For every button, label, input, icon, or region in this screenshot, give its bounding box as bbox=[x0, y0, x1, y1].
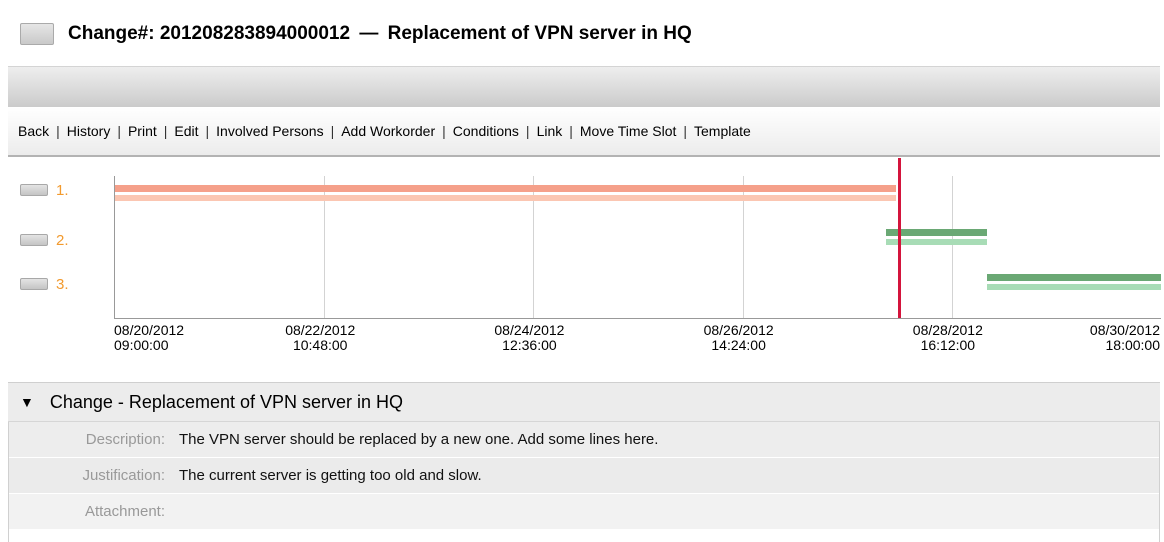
attachment-row: Attachment: bbox=[9, 494, 1159, 530]
gantt-bar-actual[interactable] bbox=[115, 195, 897, 201]
template-link[interactable]: Template bbox=[694, 123, 751, 139]
triangle-down-icon[interactable]: ▼ bbox=[20, 394, 34, 410]
toolbar-separator: | bbox=[56, 123, 60, 139]
print-link[interactable]: Print bbox=[128, 123, 157, 139]
gantt-tick-label: 08/26/2012 14:24:00 bbox=[704, 323, 774, 353]
change-number: 201208283894000012 bbox=[159, 23, 351, 44]
gantt-tick-label: 08/28/2012 16:12:00 bbox=[913, 323, 983, 353]
change-number-label: Change#: bbox=[68, 23, 155, 44]
justification-row: Justification: The current server is get… bbox=[9, 458, 1159, 494]
description-label: Description: bbox=[85, 431, 165, 448]
involved-persons-link[interactable]: Involved Persons bbox=[216, 123, 323, 139]
change-section-header[interactable]: ▼ Change - Replacement of VPN server in … bbox=[8, 382, 1160, 422]
toolbar-separator: | bbox=[117, 123, 121, 139]
gantt-bar-planned[interactable] bbox=[986, 274, 1161, 281]
toolbar-separator: | bbox=[569, 123, 573, 139]
tick-date: 08/26/2012 bbox=[703, 322, 774, 338]
tick-time: 14:24:00 bbox=[711, 337, 766, 353]
justification-value: The current server is getting too old an… bbox=[179, 467, 482, 484]
gantt-tick-label: 08/20/2012 09:00:00 bbox=[114, 323, 184, 353]
change-icon bbox=[20, 23, 54, 45]
tick-date: 08/24/2012 bbox=[494, 322, 565, 338]
toolbar-separator: | bbox=[525, 123, 530, 139]
change-name: Replacement of VPN server in HQ bbox=[387, 23, 692, 44]
tick-time: 12:36:00 bbox=[502, 337, 557, 353]
attachment-label: Attachment: bbox=[84, 503, 165, 520]
tick-time: 16:12:00 bbox=[920, 337, 976, 353]
tick-time: 09:00:00 bbox=[114, 337, 169, 353]
task-icon[interactable] bbox=[20, 278, 48, 290]
move-time-slot-link[interactable]: Move Time Slot bbox=[580, 123, 676, 139]
add-workorder-link[interactable]: Add Workorder bbox=[341, 123, 435, 139]
tick-date: 08/28/2012 bbox=[912, 322, 983, 338]
current-time-marker bbox=[898, 158, 902, 318]
tick-date: 08/20/2012 bbox=[114, 322, 185, 338]
gantt-row-label[interactable]: 2. bbox=[20, 231, 69, 249]
history-link[interactable]: History bbox=[67, 123, 111, 139]
tick-time: 18:00:00 bbox=[1105, 337, 1161, 353]
gantt-plot-area bbox=[114, 158, 1161, 319]
gantt-row-label[interactable]: 3. bbox=[20, 275, 69, 293]
gantt-tick-label: 08/30/2012 18:00:00 bbox=[1090, 323, 1160, 353]
gantt-row-number: 1. bbox=[56, 181, 69, 199]
toolbar-separator: | bbox=[163, 123, 168, 139]
task-icon[interactable] bbox=[20, 184, 48, 196]
gantt-row-number: 2. bbox=[56, 231, 69, 249]
back-link[interactable]: Back bbox=[18, 123, 49, 139]
gantt-row-number: 3. bbox=[56, 275, 69, 293]
gantt-bar-actual[interactable] bbox=[986, 284, 1161, 290]
gantt-row-label[interactable]: 1. bbox=[20, 181, 69, 199]
title-separator: — bbox=[359, 23, 379, 44]
description-value: The VPN server should be replaced by a n… bbox=[179, 431, 659, 448]
description-row: Description: The VPN server should be re… bbox=[9, 422, 1159, 458]
gantt-tick-label: 08/22/2012 10:48:00 bbox=[285, 323, 355, 353]
section-title: Change - Replacement of VPN server in HQ bbox=[49, 391, 404, 412]
gantt-bar-planned[interactable] bbox=[115, 185, 897, 192]
task-icon[interactable] bbox=[20, 234, 48, 246]
gantt-gridline bbox=[951, 176, 953, 318]
gantt-tick-label: 08/24/2012 12:36:00 bbox=[494, 323, 564, 353]
conditions-link[interactable]: Conditions bbox=[453, 123, 519, 139]
header-bar bbox=[8, 66, 1160, 108]
tick-date: 08/30/2012 bbox=[1089, 322, 1160, 338]
toolbar-separator: | bbox=[442, 123, 446, 139]
change-details: Description: The VPN server should be re… bbox=[8, 422, 1160, 542]
toolbar-separator: | bbox=[205, 123, 210, 139]
tick-time: 10:48:00 bbox=[292, 337, 348, 353]
toolbar-separator: | bbox=[683, 123, 688, 139]
toolbar-separator: | bbox=[330, 123, 335, 139]
action-toolbar: Back | History | Print | Edit | Involved… bbox=[8, 107, 1160, 157]
link-link[interactable]: Link bbox=[537, 123, 563, 139]
edit-link[interactable]: Edit bbox=[174, 123, 198, 139]
tick-date: 08/22/2012 bbox=[285, 322, 356, 338]
gantt-chart: 1. 2. 3. 08/20/2012 09:00:00 08/22/2012 10:… bbox=[0, 158, 1164, 380]
page-title: Change#: 201208283894000012 — Replacemen… bbox=[68, 23, 692, 45]
justification-label: Justification: bbox=[82, 467, 165, 484]
page-header: Change#: 201208283894000012 — Replacemen… bbox=[20, 22, 692, 46]
